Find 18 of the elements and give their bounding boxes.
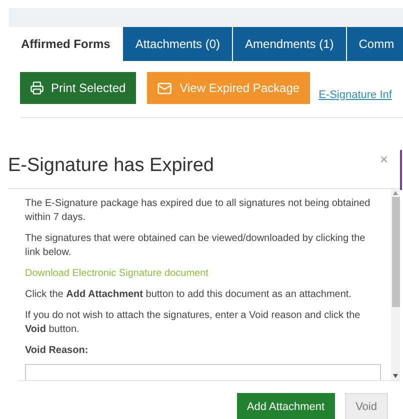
void-reason-label: Void Reason: (25, 344, 90, 358)
dialog-button[interactable]: Add Attachment (236, 393, 335, 419)
paragraph: The E-Signature package has expired due to all signatures not being obtained within 7 days. (25, 197, 372, 225)
envelope-icon (156, 80, 172, 96)
print-button[interactable]: Print Selected (20, 72, 136, 104)
printer-icon (30, 81, 44, 95)
paragraph: Click the Add Attachment button to add this document as an attachment. (25, 288, 352, 302)
paragraph: If you do not wish to attach the signatures, enter a Void reason and click the Void button. (25, 309, 362, 337)
scrollbar[interactable] (391, 189, 400, 380)
scroll-down-icon (393, 374, 398, 378)
close-button[interactable]: × (380, 152, 388, 166)
e-signature-link[interactable]: E-Signature Inf (318, 86, 392, 103)
tab[interactable]: Amendments (1) (233, 27, 346, 61)
modal-title: E-Signature has Expired (8, 154, 214, 178)
tab[interactable]: Attachments (0) (123, 27, 232, 61)
scroll-up-icon (393, 191, 398, 195)
tab[interactable]: Comm (346, 27, 403, 61)
paragraph: The signatures that were obtained can be viewed/downloaded by clicking the link below. (25, 232, 366, 260)
